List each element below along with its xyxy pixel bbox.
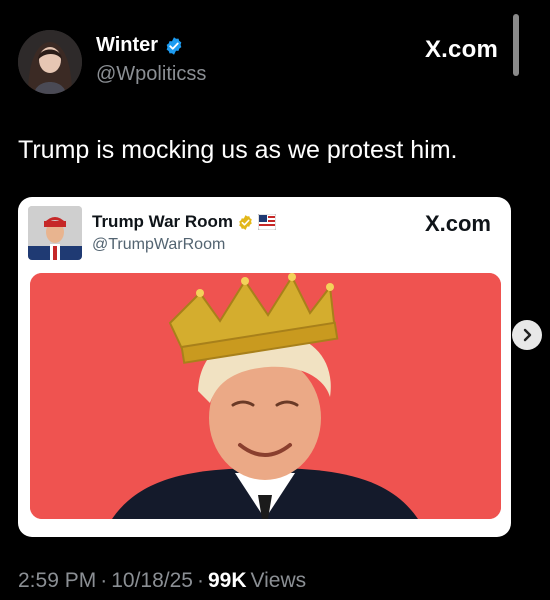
quoted-handle[interactable]: @TrumpWarRoom xyxy=(92,236,225,254)
views-count[interactable]: 99K xyxy=(208,569,247,593)
separator-dot: · xyxy=(196,569,204,592)
quoted-brand-label: X.com xyxy=(424,211,491,236)
crowned-portrait-illustration xyxy=(30,273,501,519)
brand-label: X.com xyxy=(424,36,498,63)
author-name-row: Winter xyxy=(96,34,184,57)
tweet-date[interactable]: 10/18/25 xyxy=(111,569,193,593)
avatar[interactable] xyxy=(18,30,82,94)
display-name[interactable]: Winter xyxy=(96,34,158,57)
views-label: Views xyxy=(250,569,307,592)
tweet-meta: 2:59 PM · 10/18/25 · 99K Views xyxy=(18,569,306,593)
scrollbar[interactable] xyxy=(513,14,519,76)
separator-dot: · xyxy=(100,569,108,592)
quoted-display-name[interactable]: Trump War Room xyxy=(92,212,233,232)
quoted-tweet-card[interactable]: Trump War Room @TrumpWarRoom X.com xyxy=(18,197,511,537)
author-handle[interactable]: @Wpoliticss xyxy=(96,63,206,86)
tweet-time[interactable]: 2:59 PM xyxy=(18,569,96,593)
chevron-right-icon xyxy=(523,328,532,342)
tweet-text: Trump is mocking us as we protest him. xyxy=(18,136,458,164)
quoted-media-image[interactable] xyxy=(30,273,501,519)
affiliate-flag-icon xyxy=(258,214,277,230)
next-arrow-button[interactable] xyxy=(512,320,542,350)
quoted-name-row: Trump War Room xyxy=(92,212,277,232)
verified-badge-icon xyxy=(166,36,182,55)
quoted-avatar[interactable] xyxy=(28,206,82,260)
gold-verified-badge-icon xyxy=(239,214,252,230)
